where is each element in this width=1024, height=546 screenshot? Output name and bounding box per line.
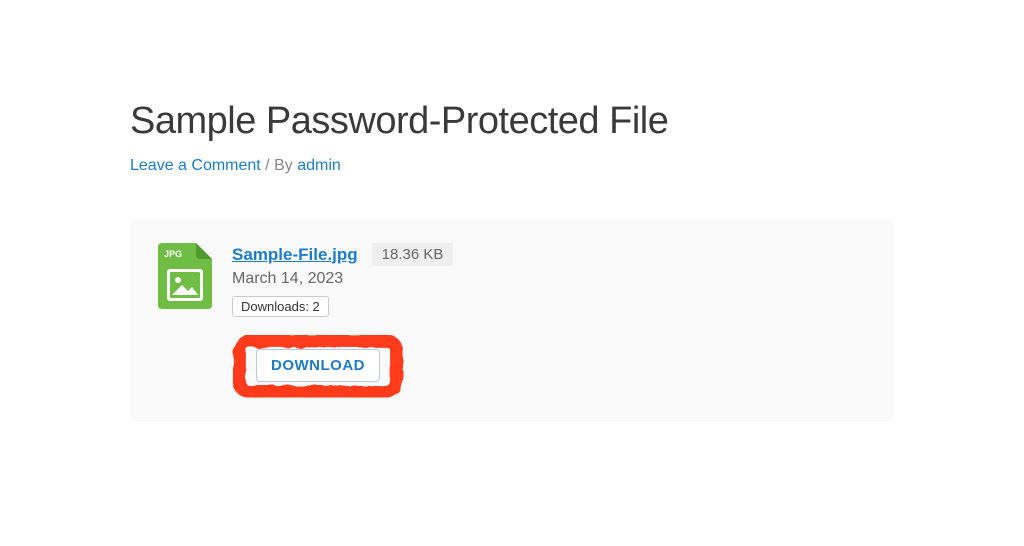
file-name-link[interactable]: Sample-File.jpg [232,245,358,265]
download-highlight-wrap: DOWNLOAD [232,333,404,398]
meta-separator: / By [261,157,297,174]
file-date: March 14, 2023 [232,270,343,288]
file-card: JPG Sample-File.jpg 18.36 KB March 14, 2… [130,219,894,422]
file-type-label: JPG [164,249,182,259]
file-info: Sample-File.jpg 18.36 KB March 14, 2023 … [232,243,866,398]
leave-comment-link[interactable]: Leave a Comment [130,157,261,174]
page-title: Sample Password-Protected File [130,100,894,143]
author-link[interactable]: admin [297,157,341,174]
post-meta: Leave a Comment / By admin [130,157,894,175]
download-button[interactable]: DOWNLOAD [256,349,380,382]
downloads-count-badge: Downloads: 2 [232,296,329,317]
file-type-icon: JPG [158,243,212,309]
file-size-badge: 18.36 KB [372,243,454,266]
